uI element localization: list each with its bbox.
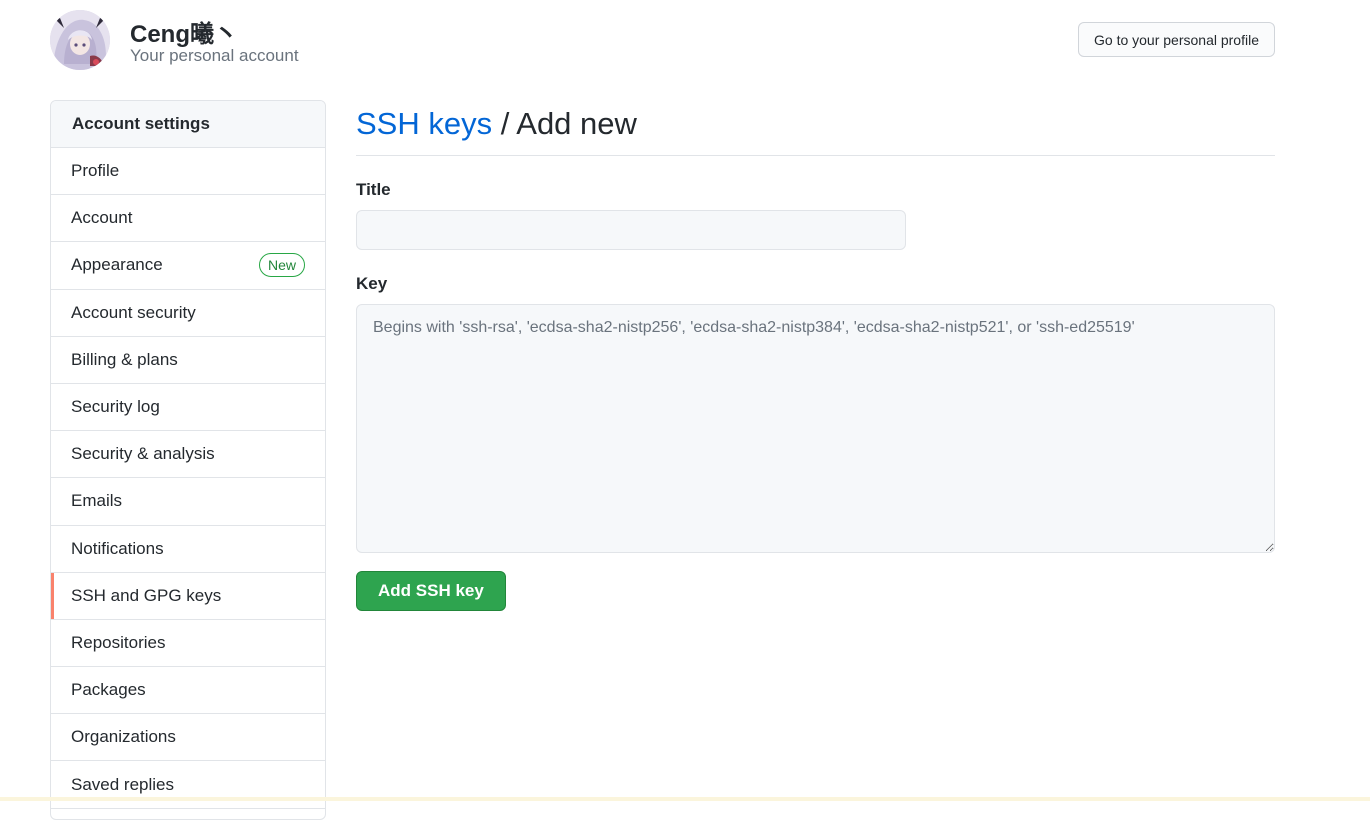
go-to-profile-button[interactable]: Go to your personal profile — [1078, 22, 1275, 57]
page-title: SSH keys / Add new — [356, 100, 1275, 156]
sidebar-item-label: SSH and GPG keys — [71, 585, 222, 605]
sidebar-item-label: Billing & plans — [71, 349, 178, 369]
sidebar-item-label: Packages — [71, 680, 146, 700]
account-name: Ceng曦丶 — [130, 21, 238, 48]
sidebar-item-appearance[interactable]: Appearance New — [51, 242, 325, 290]
sidebar-item-label: Security & analysis — [71, 444, 215, 464]
add-ssh-key-form: SSH keys / Add new Title Key Add SSH key — [356, 100, 1275, 611]
sidebar-item-label: Saved replies — [71, 774, 175, 794]
key-textarea[interactable] — [356, 304, 1275, 553]
sidebar-item-label: Account security — [71, 302, 196, 322]
sidebar-item-label: Emails — [71, 491, 123, 511]
sidebar-item-packages[interactable]: Packages — [51, 667, 325, 715]
settings-sidebar: Account settings Profile Account Appeara… — [50, 100, 326, 820]
add-ssh-key-button[interactable]: Add SSH key — [356, 571, 506, 611]
sidebar-item-notifications[interactable]: Notifications — [51, 526, 325, 573]
account-subtitle: Your personal account — [130, 46, 299, 65]
sidebar-item-label: Security log — [71, 397, 160, 417]
sidebar-item-security-log[interactable]: Security log — [51, 384, 325, 432]
sidebar-item-security-analysis[interactable]: Security & analysis — [51, 431, 325, 479]
sidebar-item-ssh-gpg-keys[interactable]: SSH and GPG keys — [51, 572, 325, 620]
title-input[interactable] — [356, 210, 906, 250]
sidebar-item-repositories[interactable]: Repositories — [51, 620, 325, 668]
sidebar-item-account[interactable]: Account — [51, 195, 325, 243]
sidebar-item-label: Organizations — [71, 727, 176, 747]
avatar-image-icon — [50, 10, 110, 70]
sidebar-item-label: Appearance — [71, 255, 163, 275]
sidebar-item-label: Repositories — [71, 632, 166, 652]
sidebar-item-emails[interactable]: Emails — [51, 478, 325, 526]
breadcrumb-separator: / — [500, 106, 510, 141]
sidebar-item-label: Account — [71, 208, 133, 228]
key-label: Key — [356, 274, 388, 293]
sidebar-item-organizations[interactable]: Organizations — [51, 714, 325, 762]
sidebar-item-label: Notifications — [71, 538, 164, 558]
sidebar-item-billing[interactable]: Billing & plans — [51, 337, 325, 384]
sidebar-item-saved-replies[interactable]: Saved replies — [51, 761, 325, 809]
sidebar-item-label: Profile — [71, 161, 120, 181]
new-badge: New — [258, 253, 305, 278]
breadcrumb-current: Add new — [516, 106, 637, 141]
bottom-notification-strip — [0, 797, 1370, 801]
sidebar-item-profile[interactable]: Profile — [51, 148, 325, 196]
title-label: Title — [356, 180, 391, 199]
sidebar-item-account-security[interactable]: Account security — [51, 290, 325, 337]
account-header: Ceng曦丶 Your personal account Go to your … — [50, 10, 1275, 72]
sidebar-heading: Account settings — [51, 101, 325, 148]
avatar[interactable] — [50, 10, 110, 70]
breadcrumb-ssh-keys-link[interactable]: SSH keys — [356, 106, 492, 141]
